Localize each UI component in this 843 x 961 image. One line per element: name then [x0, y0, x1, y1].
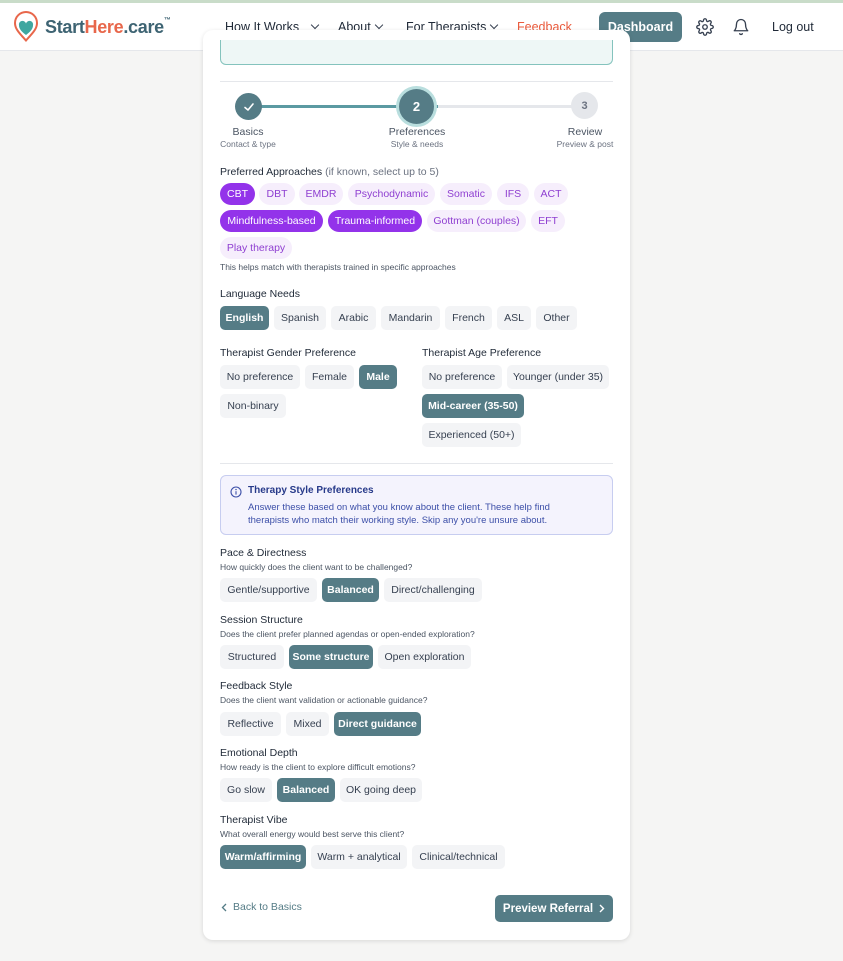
gender-option-no-preference[interactable]: No preference	[220, 365, 300, 389]
approach-chip-emdr[interactable]: EMDR	[299, 183, 343, 205]
approach-chip-somatic[interactable]: Somatic	[440, 183, 492, 205]
chevron-down-icon	[490, 20, 499, 30]
info-box-body: Answer these based on what you know abou…	[248, 502, 550, 526]
info-icon	[230, 486, 242, 498]
step-2-subtitle: Style & needs	[390, 139, 444, 149]
pace-question: How quickly does the client want to be c…	[220, 562, 413, 572]
notice-box	[220, 40, 613, 65]
vibe-option-warm-affirming[interactable]: Warm/affirming	[220, 845, 306, 869]
chevron-left-icon	[221, 903, 227, 911]
pace-option-gentle[interactable]: Gentle/supportive	[220, 578, 317, 602]
language-option-english[interactable]: English	[220, 306, 269, 330]
age-option-no-preference[interactable]: No preference	[422, 365, 502, 389]
gender-option-female[interactable]: Female	[305, 365, 354, 389]
preview-referral-button[interactable]: Preview Referral	[495, 895, 613, 922]
step-1-complete[interactable]	[235, 93, 262, 120]
back-to-basics-link[interactable]: Back to Basics	[221, 901, 302, 913]
gear-icon[interactable]	[696, 18, 714, 36]
stepper-connector-upcoming	[438, 105, 572, 108]
age-option-mid-career[interactable]: Mid-career (35-50)	[422, 394, 524, 418]
language-option-mandarin[interactable]: Mandarin	[381, 306, 440, 330]
approach-chip-dbt[interactable]: DBT	[259, 183, 295, 205]
pace-option-balanced[interactable]: Balanced	[322, 578, 379, 602]
structure-option-structured[interactable]: Structured	[220, 645, 284, 669]
chevron-down-icon[interactable]	[310, 20, 320, 30]
structure-option-open[interactable]: Open exploration	[378, 645, 471, 669]
vibe-option-clinical[interactable]: Clinical/technical	[412, 845, 505, 869]
approach-chip-psychodynamic[interactable]: Psychodynamic	[348, 183, 435, 205]
structure-option-some[interactable]: Some structure	[289, 645, 373, 669]
info-box-title: Therapy Style Preferences	[248, 485, 374, 496]
depth-option-balanced[interactable]: Balanced	[277, 778, 335, 802]
structure-label: Session Structure	[220, 614, 303, 626]
checkmark-icon	[243, 102, 254, 111]
pace-option-direct[interactable]: Direct/challenging	[384, 578, 482, 602]
approaches-label: Preferred Approaches (if known, select u…	[220, 166, 439, 178]
language-option-other[interactable]: Other	[536, 306, 577, 330]
feedback-style-label: Feedback Style	[220, 680, 293, 692]
step-3-title: Review	[567, 126, 603, 138]
approach-chip-cbt[interactable]: CBT	[220, 183, 255, 205]
depth-option-go-slow[interactable]: Go slow	[220, 778, 272, 802]
depth-question: How ready is the client to explore diffi…	[220, 762, 416, 772]
feedback-option-reflective[interactable]: Reflective	[220, 712, 281, 736]
language-option-arabic[interactable]: Arabic	[331, 306, 376, 330]
heart-pin-icon	[14, 11, 38, 42]
approach-chip-ifs[interactable]: IFS	[497, 183, 529, 205]
step-2-title: Preferences	[388, 126, 446, 138]
language-option-french[interactable]: French	[445, 306, 492, 330]
vibe-option-warm-analytical[interactable]: Warm + analytical	[311, 845, 407, 869]
step-1-subtitle: Contact & type	[220, 139, 276, 149]
age-option-younger[interactable]: Younger (under 35)	[507, 365, 609, 389]
structure-question: Does the client prefer planned agendas o…	[220, 629, 475, 639]
language-option-asl[interactable]: ASL	[497, 306, 531, 330]
gender-option-male[interactable]: Male	[359, 365, 397, 389]
step-3-subtitle: Preview & post	[556, 139, 614, 149]
step-2-active: 2	[399, 89, 434, 124]
approach-chip-mindfulness[interactable]: Mindfulness-based	[220, 210, 323, 232]
approach-chip-act[interactable]: ACT	[534, 183, 568, 205]
approach-chip-eft[interactable]: EFT	[531, 210, 565, 232]
approaches-help-text: This helps match with therapists trained…	[220, 262, 456, 272]
logout-link[interactable]: Log out	[772, 3, 814, 51]
brand-wordmark: StartHere.care™	[45, 16, 171, 37]
vibe-question: What overall energy would best serve thi…	[220, 829, 405, 839]
gender-label: Therapist Gender Preference	[220, 347, 356, 359]
depth-label: Emotional Depth	[220, 747, 298, 759]
step-1-title: Basics	[232, 126, 264, 138]
approach-chip-play-therapy[interactable]: Play therapy	[220, 237, 292, 259]
section-divider	[220, 81, 613, 82]
approach-chip-trauma-informed[interactable]: Trauma-informed	[328, 210, 422, 232]
brand-logo[interactable]: StartHere.care™	[13, 11, 171, 43]
feedback-option-mixed[interactable]: Mixed	[286, 712, 329, 736]
age-option-experienced[interactable]: Experienced (50+)	[422, 423, 521, 447]
pace-label: Pace & Directness	[220, 547, 307, 559]
approach-chip-gottman[interactable]: Gottman (couples)	[427, 210, 526, 232]
age-label: Therapist Age Preference	[422, 347, 542, 359]
bell-icon[interactable]	[732, 18, 750, 36]
language-option-spanish[interactable]: Spanish	[274, 306, 326, 330]
depth-option-deep[interactable]: OK going deep	[340, 778, 422, 802]
therapy-style-info-box: Therapy Style Preferences Answer these b…	[220, 475, 613, 535]
feedback-option-direct-guidance[interactable]: Direct guidance	[334, 712, 421, 736]
step-3-upcoming: 3	[571, 92, 598, 119]
section-divider	[220, 463, 613, 464]
feedback-style-question: Does the client want validation or actio…	[220, 695, 428, 705]
chevron-right-icon	[599, 904, 605, 913]
language-label: Language Needs	[220, 288, 300, 300]
chevron-down-icon	[374, 20, 383, 30]
gender-option-non-binary[interactable]: Non-binary	[220, 394, 286, 418]
stepper-connector-complete	[260, 105, 401, 108]
vibe-label: Therapist Vibe	[220, 814, 288, 826]
